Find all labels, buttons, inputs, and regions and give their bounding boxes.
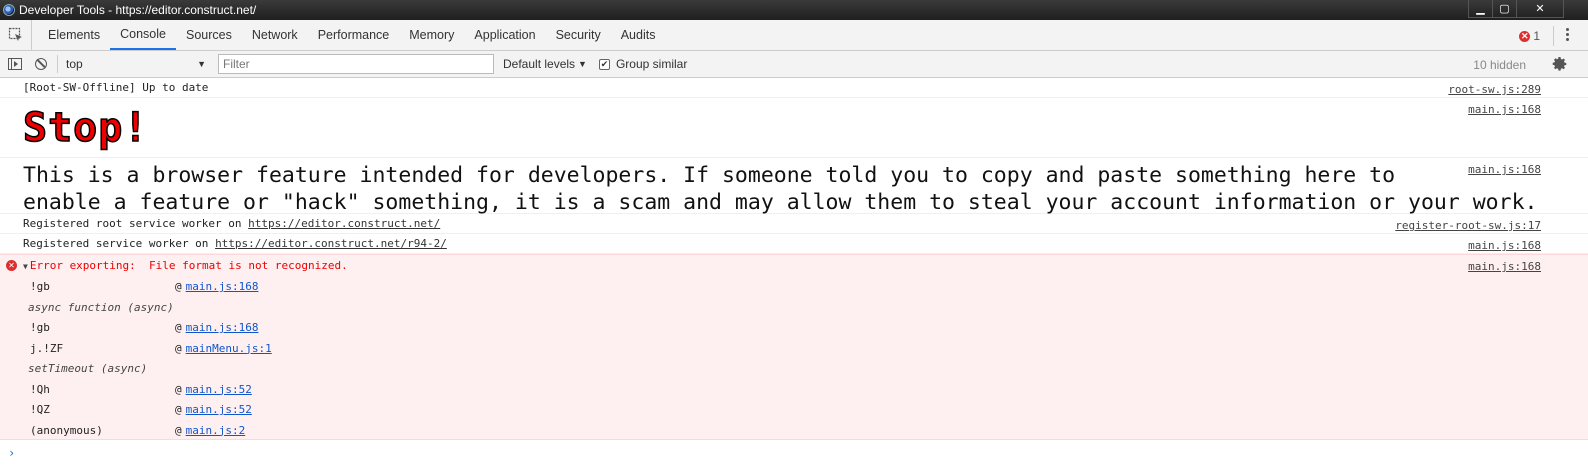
context-selector[interactable]: top ▼ — [66, 53, 206, 75]
frame-at: @ — [175, 423, 182, 437]
stack-frame: !Qh @ main.js:52 — [30, 380, 630, 401]
console-prompt-icon[interactable]: › — [8, 446, 15, 460]
tab-network[interactable]: Network — [242, 20, 308, 50]
group-similar-checkbox[interactable]: ✔ — [598, 58, 610, 70]
minimize-icon[interactable]: ▁ — [1469, 0, 1493, 17]
url-link[interactable]: https://editor.construct.net/ — [248, 217, 440, 230]
frame-source-link[interactable]: main.js:168 — [186, 280, 259, 293]
console-toolbar: top ▼ Default levels ▼ ✔ Group similar 1… — [0, 51, 1588, 78]
inspect-element-button[interactable] — [0, 20, 32, 50]
console-message: Registered root service worker on https:… — [0, 214, 1588, 234]
error-counter[interactable]: ✕ 1 — [1519, 29, 1540, 43]
tab-memory[interactable]: Memory — [399, 20, 464, 50]
frame-at: @ — [175, 403, 182, 416]
url-link[interactable]: https://editor.construct.net/r94-2/ — [215, 237, 447, 250]
frame-at: @ — [175, 382, 182, 396]
group-similar-toggle[interactable]: ✔ Group similar — [598, 57, 688, 71]
window-title: Developer Tools - https://editor.constru… — [19, 3, 257, 17]
frame-function: !gb — [30, 321, 50, 334]
devtools-tabbar: Elements Console Sources Network Performance… — [0, 20, 1588, 51]
tab-console[interactable]: Console — [110, 20, 176, 50]
source-link[interactable]: main.js:168 — [1468, 163, 1541, 176]
stack-frame: !gb @ main.js:168 — [30, 277, 630, 298]
window-titlebar: Developer Tools - https://editor.constru… — [0, 0, 1588, 20]
log-levels-dropdown[interactable]: Default levels ▼ — [503, 57, 587, 71]
console-message: This is a browser feature intended for d… — [0, 158, 1588, 216]
self-xss-warning: This is a browser feature intended for d… — [23, 162, 1537, 216]
frame-source-link[interactable]: main.js:52 — [186, 403, 252, 416]
filter-input[interactable] — [218, 54, 494, 74]
frame-function: !gb — [30, 280, 50, 293]
tab-elements[interactable]: Elements — [38, 20, 110, 50]
console-message: Stop! main.js:168 — [0, 98, 1588, 158]
frame-function: !QZ — [30, 403, 50, 416]
source-link[interactable]: register-root-sw.js:17 — [1395, 219, 1541, 232]
frame-source-link[interactable]: main.js:2 — [186, 424, 246, 437]
divider — [1553, 26, 1554, 46]
frame-source-link[interactable]: main.js:52 — [186, 383, 252, 396]
error-icon: ✕ — [1519, 30, 1531, 42]
stop-warning-text: Stop! — [22, 104, 149, 152]
async-boundary: async function (async) — [28, 300, 174, 314]
stack-frame: (anonymous) @ main.js:2 — [30, 421, 630, 442]
console-error-message: ✕ ▼ Error exporting: File format is not r… — [0, 254, 1588, 440]
source-link[interactable]: root-sw.js:289 — [1448, 83, 1541, 96]
console-sidebar-toggle-icon[interactable] — [8, 58, 22, 70]
dropdown-arrow-icon: ▼ — [578, 59, 587, 69]
frame-source-link[interactable]: main.js:168 — [186, 321, 259, 334]
divider — [57, 55, 58, 73]
inspect-icon — [8, 27, 22, 41]
hidden-messages-count: 10 hidden — [1473, 58, 1526, 72]
more-options-icon[interactable] — [1566, 28, 1570, 41]
error-summary[interactable]: ▼ Error exporting: File format is not rec… — [23, 259, 348, 272]
message-prefix: Registered service worker on — [23, 237, 216, 250]
group-similar-label: Group similar — [615, 57, 688, 71]
frame-at: @ — [175, 321, 182, 334]
expand-triangle-icon[interactable]: ▼ — [23, 262, 28, 271]
warning-line: This is a browser feature intended for d… — [23, 163, 1396, 188]
frame-function: j.!ZF — [30, 341, 64, 355]
warning-line: enable a feature or "hack" something, it… — [23, 190, 1538, 215]
window-controls: ▁ ▢ ✕ — [1468, 0, 1564, 18]
message-text: [Root-SW-Offline] Up to date — [23, 81, 209, 94]
close-icon[interactable]: ✕ — [1517, 0, 1563, 17]
tab-performance[interactable]: Performance — [308, 20, 400, 50]
clear-console-icon[interactable] — [35, 58, 47, 70]
tab-application[interactable]: Application — [464, 20, 545, 50]
stack-frame: !gb @ main.js:168 — [30, 318, 630, 339]
stack-frame: j.!ZF @ mainMenu.js:1 — [30, 339, 630, 360]
gear-icon[interactable] — [1552, 56, 1568, 72]
dropdown-arrow-icon: ▼ — [197, 59, 206, 69]
console-message: Registered service worker on https://edi… — [0, 234, 1588, 254]
devtools-app-icon — [3, 4, 15, 16]
source-link[interactable]: main.js:168 — [1468, 260, 1541, 273]
async-boundary: setTimeout (async) — [28, 362, 148, 375]
frame-source-link[interactable]: mainMenu.js:1 — [186, 342, 272, 355]
source-link[interactable]: main.js:168 — [1468, 239, 1541, 252]
error-text: Error exporting: File format is not reco… — [29, 259, 348, 272]
tab-sources[interactable]: Sources — [176, 20, 242, 50]
message-text: Registered service worker on https://edi… — [0, 234, 1588, 254]
stack-trace: !gb @ main.js:168 async function (async) !gb… — [28, 277, 630, 442]
panel-tabs: Elements Console Sources Network Performance… — [38, 20, 665, 50]
frame-at: @ — [175, 280, 182, 293]
context-value: top — [66, 57, 83, 71]
error-icon: ✕ — [6, 260, 17, 271]
frame-at: @ — [175, 341, 182, 355]
stack-frame: !QZ @ main.js:52 — [30, 400, 630, 421]
frame-function: !Qh — [30, 382, 50, 396]
error-count: 1 — [1533, 29, 1540, 43]
message-prefix: Registered root service worker on — [23, 217, 249, 230]
message-text: Registered root service worker on https:… — [0, 214, 1588, 234]
levels-label: Default levels — [503, 57, 576, 71]
source-link[interactable]: main.js:168 — [1468, 103, 1541, 116]
frame-function: (anonymous) — [30, 423, 103, 437]
tab-audits[interactable]: Audits — [611, 20, 666, 50]
console-messages: [Root-SW-Offline] Up to date root-sw.js:… — [0, 78, 1588, 440]
maximize-icon[interactable]: ▢ — [1493, 0, 1517, 17]
tab-security[interactable]: Security — [546, 20, 611, 50]
console-message: [Root-SW-Offline] Up to date root-sw.js:… — [0, 78, 1588, 98]
